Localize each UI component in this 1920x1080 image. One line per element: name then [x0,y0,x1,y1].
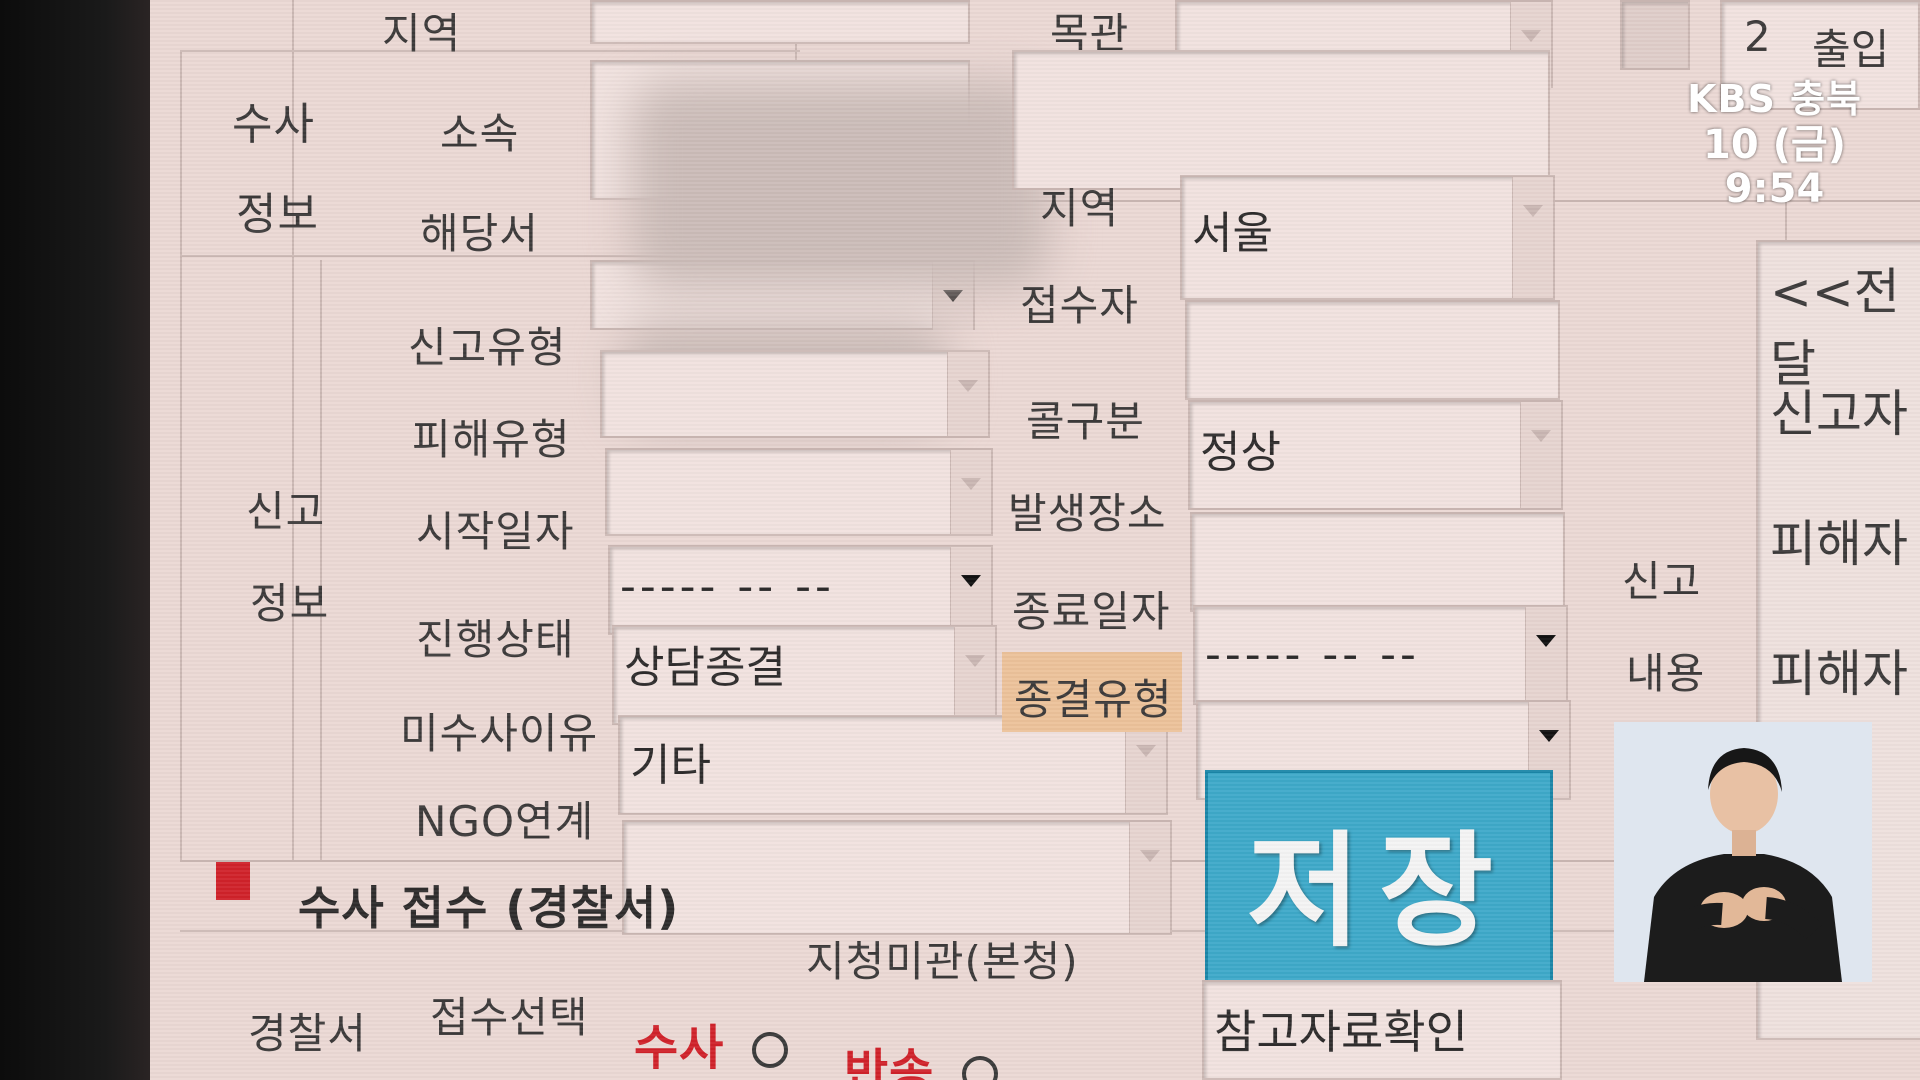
page-number: 2 [1744,12,1771,61]
chevron-down-icon[interactable] [947,352,988,436]
report-content-line: 신고자 [1770,385,1908,443]
grid-line [180,50,800,52]
progress-status-label: 진행상태 [416,615,575,664]
receiver-field[interactable] [1185,300,1560,400]
investigation-heading: 수사 [232,99,315,150]
sign-language-interpreter [1614,722,1872,982]
call-type-select[interactable]: 정상 [1188,400,1563,510]
report-type-label: 신고유형 [408,323,567,372]
receiver-label: 접수자 [1020,281,1139,330]
option-return-radio[interactable] [962,1056,998,1080]
damage-type-label: 피해유형 [412,415,571,464]
broadcast-date: 10 (금) [1703,122,1846,168]
region-select[interactable]: 서울 [1180,175,1555,300]
broadcast-logo: KBS 충북 10 (금) 9:54 [1687,68,1862,211]
report-heading-2: 정보 [250,579,330,628]
save-button[interactable]: 저장 [1205,770,1553,990]
no-investigation-reason-label: 미수사이유 [400,709,599,758]
region-label: 지역 [1040,184,1120,233]
chevron-down-icon[interactable] [1129,822,1170,933]
report-heading: 신고 [246,487,326,536]
chevron-down-icon[interactable] [1520,402,1561,508]
report-content-line: 피해자 [1770,645,1908,703]
grid-line [180,50,182,860]
top-region-label: 지역 [382,9,462,58]
closing-type-label: 종결유형 [1014,675,1173,724]
end-date-label: 종료일자 [1012,587,1171,636]
chevron-down-icon[interactable] [1512,177,1553,298]
start-date-picker[interactable]: ----- -- -- [608,545,993,635]
option-investigate-label: 수사 [634,1020,725,1076]
affiliation-label: 소속 [440,109,520,158]
interpreter-figure [1614,722,1872,982]
police-section-subtitle: 지청미관(본청) [806,937,1079,986]
end-date-picker[interactable]: ----- -- -- [1193,605,1568,705]
option-investigate-radio[interactable] [752,1032,788,1068]
start-date-label: 시작일자 [416,507,575,556]
section-marker-icon [216,862,250,900]
damage-type-select[interactable] [605,448,993,536]
incident-location-label: 발생장소 [1008,489,1167,538]
ngo-link-label: NGO연계 [415,797,595,846]
incident-location-field[interactable] [1190,512,1565,612]
ngo-link-select[interactable] [622,820,1172,935]
reference-check-button[interactable]: 참고자료확인 [1202,980,1562,1080]
monitor-bezel [0,0,150,1080]
report-content-line: 피해자 [1770,515,1908,573]
option-return-label: 반송 [844,1044,935,1080]
chevron-down-icon[interactable] [1525,607,1566,703]
grid-line [320,260,322,860]
privacy-blur [630,80,1050,290]
save-button-label: 저장 [1246,820,1512,964]
broadcast-time: 9:54 [1724,166,1825,212]
report-content-heading: 신고 [1622,557,1702,606]
chevron-down-icon[interactable] [954,627,995,723]
investigation-heading-2: 정보 [236,189,319,240]
police-section-title: 수사 접수 (경찰서) [298,881,680,935]
affiliation-detail-field[interactable] [1012,50,1550,190]
station-label: 해당서 [420,209,539,258]
report-type-select[interactable] [600,350,990,438]
top-region-select[interactable] [590,0,970,44]
call-type-label: 콜구분 [1026,397,1145,446]
progress-status-select[interactable]: 상담종결 [612,625,997,725]
chevron-down-icon[interactable] [950,547,991,633]
receipt-selection-label: 접수선택 [430,993,589,1042]
minimize-button[interactable] [1620,0,1690,70]
police-station-label: 경찰서 [248,1009,367,1058]
chevron-down-icon[interactable] [950,450,991,534]
channel-logo: KBS 충북 [1687,77,1862,121]
report-content-heading-2: 내용 [1626,649,1706,698]
